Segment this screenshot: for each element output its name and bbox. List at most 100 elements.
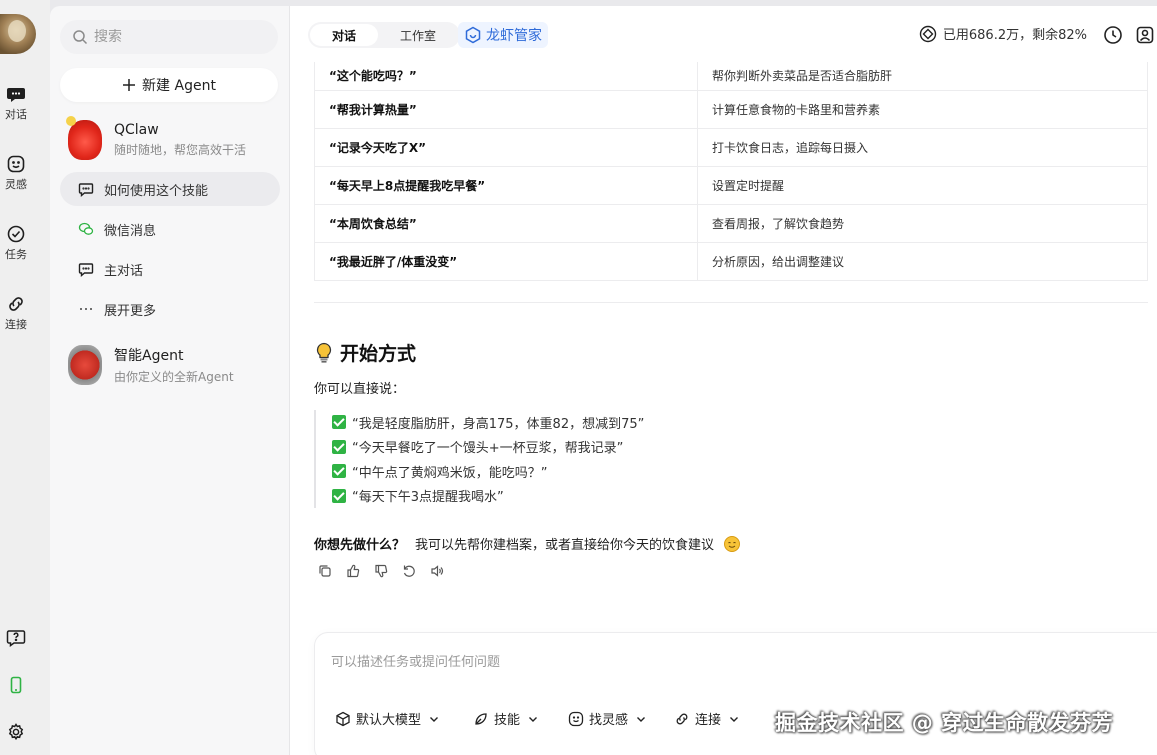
lightbulb-icon [316, 342, 332, 363]
model-selector[interactable]: 默认大模型 [335, 709, 442, 728]
example-text: “今天早餐吃了一个馒头+一杯豆浆，帮我记录” [352, 441, 624, 457]
inspiration-selector[interactable]: 找灵感 [568, 709, 649, 728]
agent-card-smart[interactable]: 智能Agent 由你定义的全新Agent [68, 345, 234, 385]
model-selector-label: 默认大模型 [356, 713, 422, 728]
sidebar-item-wechat[interactable]: 微信消息 [60, 212, 280, 246]
search-box[interactable] [60, 20, 278, 54]
table-row: “每天早上8点提醒我吃早餐” 设置定时提醒 [314, 166, 1148, 205]
chevron-down-icon [637, 716, 646, 722]
history-clock-icon[interactable] [1103, 25, 1123, 45]
settings-gear-icon[interactable] [6, 722, 26, 742]
agent-card-qclaw[interactable]: QClaw 随时随地，帮您高效干活 [66, 116, 246, 160]
skills-selector-label: 技能 [494, 713, 521, 728]
sidebar-item-label: 微信消息 [104, 223, 157, 239]
check-icon [332, 464, 346, 479]
thumbs-down-icon[interactable] [374, 564, 388, 578]
start-title-text: 开始方式 [340, 343, 417, 365]
user-avatar[interactable] [0, 14, 36, 54]
more-icon [80, 308, 92, 310]
mode-tabs: 对话 工作室 [308, 22, 461, 48]
watermark-text: 掘金技术社区 @ 穿过生命散发芬芳 [775, 711, 1114, 735]
skills-selector[interactable]: 技能 [473, 709, 541, 728]
tab-studio[interactable]: 工作室 [378, 24, 458, 46]
skill-leaf-icon [475, 712, 487, 725]
token-icon [919, 25, 937, 42]
agent-subtitle-smart: 由你定义的全新Agent [114, 370, 234, 384]
usage-indicator[interactable]: 已用686.2万，剩余82% [919, 24, 1087, 43]
thumbs-up-icon[interactable] [346, 564, 360, 578]
link-icon [676, 713, 688, 724]
search-input[interactable] [94, 29, 254, 45]
regenerate-icon[interactable] [402, 564, 416, 578]
example-text: “我是轻度脂肪肝，身高175，体重82，想减到75” [352, 416, 645, 432]
qclaw-avatar [66, 116, 102, 160]
skill-command-cell: “帮我计算热量” [314, 90, 698, 129]
lobster-manager-button[interactable]: 龙虾管家 [458, 22, 548, 48]
example-item: “我是轻度脂肪肝，身高175，体重82，想减到75” [332, 410, 644, 435]
chat-bubble-icon [7, 88, 25, 102]
rail-item-tasks[interactable]: 任务 [0, 224, 32, 262]
table-row: “帮我计算热量” 计算任意食物的卡路里和营养素 [314, 90, 1148, 129]
profile-icon[interactable] [1135, 25, 1155, 45]
smile-emoji-icon [724, 535, 741, 552]
agent-name-qclaw: QClaw [114, 122, 159, 138]
skill-description-cell: 分析原因，给出调整建议 [697, 242, 1148, 281]
wechat-icon [78, 222, 94, 235]
skills-table: “这个能吃吗？” 帮你判断外卖菜品是否适合脂肪肝 “帮我计算热量” 计算任意食物的卡路… [314, 62, 1148, 281]
skill-description-cell: 打卡饮食日志，追踪每日摄入 [697, 128, 1148, 167]
message-input[interactable] [331, 651, 1031, 681]
sidebar-item-expand-more[interactable]: 展开更多 [60, 292, 280, 326]
smart-agent-avatar [68, 345, 102, 385]
example-item: “今天早餐吃了一个馒头+一杯豆浆，帮我记录” [332, 435, 644, 460]
help-icon[interactable] [6, 627, 26, 647]
rail-label-chat: 对话 [5, 108, 27, 121]
new-agent-button[interactable]: 新建 Agent [60, 68, 278, 102]
search-icon [73, 30, 88, 45]
rail-label-tasks: 任务 [5, 248, 27, 261]
followup-question: 你想先做什么？ 我可以先帮你建档案，或者直接给你今天的饮食建议 [314, 534, 741, 553]
skill-description-cell: 查看周报，了解饮食趋势 [697, 204, 1148, 243]
section-divider [314, 302, 1148, 303]
link-icon [9, 297, 23, 311]
skill-description-cell: 设置定时提醒 [697, 166, 1148, 205]
skills-table-wrapper: “这个能吃吗？” 帮你判断外卖菜品是否适合脂肪肝 “帮我计算热量” 计算任意食物的卡路… [314, 62, 1148, 281]
phone-icon[interactable] [6, 675, 26, 695]
question-bold: 你想先做什么？ [314, 538, 406, 553]
skill-command-cell: “我最近胖了/体重没变” [314, 242, 698, 281]
speaker-icon[interactable] [430, 564, 444, 578]
smile-sparkle-icon [568, 711, 584, 726]
top-bar: 对话 工作室 龙虾管家 已用686.2万，剩余82% [290, 6, 1157, 62]
check-icon [332, 488, 346, 503]
skill-command-cell: “这个能吃吗？” [314, 62, 698, 91]
question-rest: 我可以先帮你建档案，或者直接给你今天的饮食建议 [415, 538, 715, 553]
rail-item-inspiration[interactable]: 灵感 [0, 154, 32, 192]
check-icon [332, 439, 346, 454]
agent-name-smart: 智能Agent [114, 348, 184, 364]
tab-chat[interactable]: 对话 [310, 24, 379, 46]
example-text: “中午点了黄焖鸡米饭，能吃吗？” [352, 465, 548, 481]
sidebar-item-main-chat[interactable]: 主对话 [60, 252, 280, 286]
chat-bubble-icon [78, 263, 94, 277]
rail-item-chat[interactable]: 对话 [0, 84, 32, 122]
start-intro: 你可以直接说： [314, 382, 406, 397]
cube-icon [336, 711, 350, 726]
app-rail: 对话 灵感 任务 连接 [0, 0, 50, 755]
usage-text: 已用686.2万，剩余82% [942, 28, 1087, 43]
skill-command-cell: “本周饮食总结” [314, 204, 698, 243]
skill-description-cell: 帮你判断外卖菜品是否适合脂肪肝 [697, 62, 1148, 91]
copy-icon[interactable] [318, 564, 332, 578]
task-check-icon [7, 225, 25, 243]
sidebar-item-label: 展开更多 [104, 303, 157, 319]
check-icon [332, 415, 346, 430]
message-actions [318, 564, 444, 578]
main-panel: “这个能吃吗？” 帮你判断外卖菜品是否适合脂肪肝 “帮我计算热量” 计算任意食物的卡路… [290, 6, 1157, 755]
new-agent-label: 新建 Agent [142, 78, 216, 94]
table-row: “记录今天吃了X” 打卡饮食日志，追踪每日摄入 [314, 128, 1148, 167]
table-row: “这个能吃吗？” 帮你判断外卖菜品是否适合脂肪肝 [314, 62, 1148, 91]
connect-selector[interactable]: 连接 [674, 709, 742, 728]
table-row: “我最近胖了/体重没变” 分析原因，给出调整建议 [314, 242, 1148, 281]
skill-description-cell: 计算任意食物的卡路里和营养素 [697, 90, 1148, 129]
sidebar: 新建 Agent QClaw 随时随地，帮您高效干活 如何使用这个技能 微信消息… [50, 6, 290, 755]
sidebar-item-how-to-use[interactable]: 如何使用这个技能 [60, 172, 280, 206]
rail-item-connect[interactable]: 连接 [0, 294, 32, 332]
